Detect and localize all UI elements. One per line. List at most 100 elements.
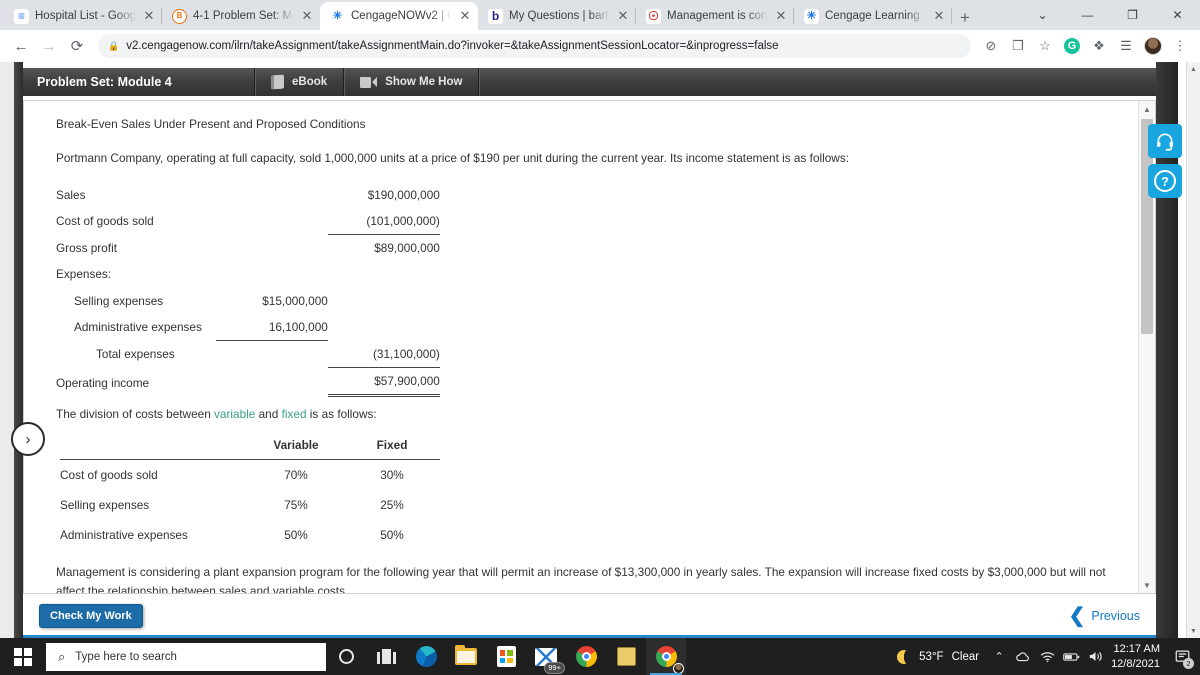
onedrive-icon[interactable] bbox=[1011, 638, 1035, 675]
profile-avatar[interactable] bbox=[1141, 34, 1165, 58]
browser-tab-3[interactable]: b My Questions | bartlet ✕ bbox=[478, 2, 636, 30]
browser-tab-2[interactable]: ✳ CengageNOWv2 | Onl ✕ bbox=[320, 2, 478, 30]
browser-tab-5[interactable]: ✳ Cengage Learning ✕ bbox=[794, 2, 952, 30]
ebook-button[interactable]: eBook bbox=[255, 68, 345, 96]
chrome-window-icon[interactable] bbox=[646, 638, 686, 675]
tab-close-icon[interactable]: ✕ bbox=[932, 9, 946, 23]
task-view-icon[interactable] bbox=[366, 638, 406, 675]
volume-icon[interactable] bbox=[1083, 638, 1107, 675]
reading-list-icon[interactable]: ☰ bbox=[1114, 34, 1138, 58]
show-me-how-button[interactable]: Show Me How bbox=[344, 68, 480, 96]
weather-condition: Clear bbox=[951, 650, 980, 663]
camera-blocked-icon[interactable]: ⊘ bbox=[979, 34, 1003, 58]
help-question-icon[interactable]: ? bbox=[1148, 164, 1182, 198]
edge-icon[interactable] bbox=[406, 638, 446, 675]
fixed-link[interactable]: fixed bbox=[282, 407, 307, 421]
tab-title: 4-1 Problem Set: Mod bbox=[193, 10, 294, 22]
tray-expand-chevron-icon[interactable]: ⌃ bbox=[987, 638, 1011, 675]
extensions-puzzle-icon[interactable]: ❖ bbox=[1087, 34, 1111, 58]
col-header-variable: Variable bbox=[248, 433, 344, 460]
tab-close-icon[interactable]: ✕ bbox=[300, 9, 314, 23]
bookmark-star-icon[interactable]: ☆ bbox=[1033, 34, 1057, 58]
row-label: Cost of goods sold bbox=[60, 467, 158, 482]
minimize-button[interactable]: — bbox=[1065, 0, 1110, 30]
row-label: Total expenses bbox=[96, 347, 175, 362]
book-icon bbox=[271, 74, 284, 90]
tab-close-icon[interactable]: ✕ bbox=[774, 9, 788, 23]
table-row: Administrative expenses 50% 50% bbox=[60, 520, 440, 550]
edge-glyph bbox=[415, 646, 437, 667]
tab-close-icon[interactable]: ✕ bbox=[616, 9, 630, 23]
file-explorer-icon[interactable] bbox=[446, 638, 486, 675]
notification-count-badge: 2 bbox=[1183, 658, 1194, 669]
folder-glyph bbox=[455, 645, 477, 665]
extension-page-icon[interactable]: ❐ bbox=[1006, 34, 1030, 58]
tab-favicon-cengage-learning: ✳ bbox=[804, 8, 819, 24]
cortana-ring bbox=[338, 649, 354, 664]
previous-label: Previous bbox=[1091, 609, 1140, 623]
tab-title: CengageNOWv2 | Onl bbox=[351, 10, 452, 22]
address-bar[interactable]: 🔒 v2.cengagenow.com/ilrn/takeAssignment/… bbox=[98, 34, 971, 58]
tab-close-icon[interactable]: ✕ bbox=[458, 9, 472, 23]
table-row: Cost of goods sold 70% 30% bbox=[60, 459, 440, 490]
back-button[interactable]: ← bbox=[8, 33, 34, 59]
taskbar-clock[interactable]: 12:17 AM 12/8/2021 bbox=[1107, 642, 1168, 672]
table-row: Total expenses (31,100,000) bbox=[56, 340, 440, 369]
wifi-icon[interactable] bbox=[1035, 638, 1059, 675]
close-window-button[interactable]: ✕ bbox=[1155, 0, 1200, 30]
grammarly-letter: G bbox=[1064, 38, 1080, 54]
microsoft-store-icon[interactable] bbox=[486, 638, 526, 675]
page-scrollbar[interactable]: ▲ ▼ bbox=[1186, 62, 1200, 638]
table-row: Operating income $57,900,000 bbox=[56, 367, 440, 398]
clock-time: 12:17 AM bbox=[1113, 642, 1160, 655]
row-variable: 75% bbox=[284, 498, 308, 513]
address-bar-url: v2.cengagenow.com/ilrn/takeAssignment/ta… bbox=[126, 40, 779, 52]
tab-close-icon[interactable]: ✕ bbox=[142, 9, 156, 23]
moon-icon bbox=[897, 649, 912, 664]
row-fixed: 30% bbox=[380, 467, 404, 482]
battery-icon[interactable] bbox=[1059, 638, 1083, 675]
row-col2 bbox=[328, 288, 440, 314]
reload-button[interactable]: ⟳ bbox=[64, 33, 90, 59]
tab-search-chevron-icon[interactable]: ⌄ bbox=[1020, 0, 1065, 30]
grammarly-icon[interactable]: G bbox=[1060, 34, 1084, 58]
browser-tab-1[interactable]: B 4-1 Problem Set: Mod ✕ bbox=[162, 2, 320, 30]
question-mark: ? bbox=[1154, 170, 1176, 192]
check-my-work-button[interactable]: Check My Work bbox=[39, 604, 143, 628]
page-scroll-up-icon[interactable]: ▲ bbox=[1187, 62, 1200, 76]
notification-center-button[interactable]: 2 bbox=[1168, 638, 1196, 675]
weather-widget[interactable]: 53°F Clear bbox=[889, 649, 987, 664]
scroll-down-arrow-icon[interactable]: ▼ bbox=[1139, 577, 1155, 593]
variable-link[interactable]: variable bbox=[214, 407, 255, 421]
windows-taskbar: ⌕ Type here to search 99+ 53°F Clear ⌃ 1… bbox=[0, 638, 1200, 675]
chrome-icon[interactable] bbox=[566, 638, 606, 675]
page-scroll-down-icon[interactable]: ▼ bbox=[1187, 624, 1200, 638]
chrome-menu-icon[interactable]: ⋮ bbox=[1168, 34, 1192, 58]
cortana-icon[interactable] bbox=[326, 638, 366, 675]
scroll-up-arrow-icon[interactable]: ▲ bbox=[1139, 101, 1155, 117]
browser-tab-4[interactable]: ☉ Management is consid ✕ bbox=[636, 2, 794, 30]
expand-panel-button[interactable]: › bbox=[11, 422, 45, 456]
col-header-fixed: Fixed bbox=[344, 433, 440, 460]
row-col1: 16,100,000 bbox=[215, 313, 328, 342]
row-col1: $15,000,000 bbox=[262, 293, 328, 308]
tab-title: Hospital List - Google bbox=[35, 10, 136, 22]
task-view-glyph bbox=[376, 649, 396, 664]
browser-tab-0[interactable]: ≡ Hospital List - Google ✕ bbox=[4, 2, 162, 30]
row-col2 bbox=[328, 314, 440, 341]
start-button[interactable] bbox=[0, 638, 46, 675]
row-col2: $190,000,000 bbox=[367, 187, 440, 202]
windows-logo-icon bbox=[14, 647, 32, 666]
previous-nav[interactable]: ❮ Previous bbox=[1069, 606, 1140, 626]
forward-button[interactable]: → bbox=[36, 33, 62, 59]
show-me-how-label: Show Me How bbox=[385, 76, 463, 88]
restore-button[interactable]: ❐ bbox=[1110, 0, 1155, 30]
mail-icon[interactable]: 99+ bbox=[526, 638, 566, 675]
headset-icon[interactable] bbox=[1148, 124, 1182, 158]
search-box[interactable]: ⌕ Type here to search bbox=[46, 642, 326, 671]
division-before: The division of costs between bbox=[56, 407, 215, 422]
system-tray: 53°F Clear ⌃ 12:17 AM 12/8/2021 2 bbox=[889, 638, 1200, 675]
page-viewport: Problem Set: Module 4 eBook Show Me How … bbox=[0, 62, 1200, 638]
new-tab-button[interactable]: + bbox=[960, 9, 970, 26]
sticky-notes-icon[interactable] bbox=[606, 638, 646, 675]
